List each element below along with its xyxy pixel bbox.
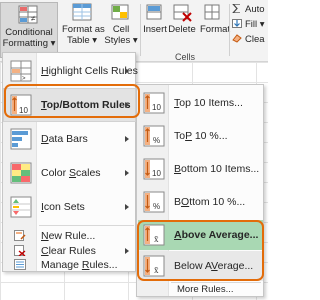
submenu-item-top-10-percent[interactable]: % ToP 10 %... bbox=[138, 121, 263, 151]
top-10-percent-icon: % bbox=[143, 124, 165, 148]
manage-rules-icon bbox=[14, 259, 26, 270]
icon-sets-label: Icon Sets bbox=[41, 201, 85, 213]
manage-rules-label: Manage Rules... bbox=[41, 259, 118, 271]
bottom-10-percent-icon-text: % bbox=[153, 202, 160, 211]
cells-group-label: Cells bbox=[174, 52, 195, 62]
format-label: Format bbox=[200, 24, 231, 35]
submenu-item-bottom-10-items[interactable]: 10 Bottom 10 Items... bbox=[138, 154, 263, 184]
format-as-table-label-1: Format as bbox=[62, 24, 105, 35]
svg-text:≠: ≠ bbox=[31, 14, 36, 23]
conditional-formatting-label-1: Conditional bbox=[5, 27, 53, 38]
format-as-table-label-2: Table ▾ bbox=[66, 35, 98, 46]
svg-text:>: > bbox=[22, 76, 26, 82]
fill-down-icon bbox=[232, 19, 242, 28]
clear-rules-icon bbox=[14, 245, 26, 256]
color-scales-label: Color Scales bbox=[41, 167, 101, 179]
color-scales-icon bbox=[9, 161, 33, 185]
top-10-items-label: Top 10 Items... bbox=[174, 97, 243, 109]
more-rules-item[interactable]: More Rules... bbox=[177, 284, 234, 295]
data-bars-icon bbox=[9, 127, 33, 151]
bottom-10-percent-icon: % bbox=[143, 190, 165, 214]
top-10-items-icon-text: 10 bbox=[152, 103, 161, 112]
sigma-icon bbox=[232, 4, 242, 13]
clear-button[interactable]: Clea bbox=[232, 34, 265, 45]
new-rule-label: New Rule... bbox=[41, 230, 96, 242]
conditional-formatting-label-2: Formatting ▾ bbox=[2, 38, 56, 49]
menu-item-color-scales[interactable]: Color Scales bbox=[4, 157, 135, 189]
menu-item-highlight-cells-rules[interactable]: > Highlight Cells Rules bbox=[4, 55, 138, 87]
manage-rules-accel: R bbox=[81, 259, 90, 271]
cell-styles-button[interactable]: Cell Styles ▾ bbox=[104, 2, 138, 46]
menu-item-icon-sets[interactable]: Icon Sets bbox=[4, 191, 135, 223]
submenu-arrow-icon bbox=[125, 248, 129, 254]
icon-sets-icon bbox=[9, 195, 33, 219]
bottom-10-items-icon-text: 10 bbox=[152, 169, 161, 178]
bottom-10-items-label: Bottom 10 Items... bbox=[174, 163, 260, 175]
top-10-percent-label: ToP 10 %... bbox=[174, 130, 228, 142]
conditional-formatting-icon: ≠ bbox=[17, 5, 41, 25]
menu-item-new-rule[interactable]: New Rule... bbox=[4, 228, 135, 243]
conditional-formatting-button[interactable]: ≠ Conditional Formatting ▾ bbox=[0, 2, 58, 58]
highlight-box-average-rules bbox=[137, 220, 264, 281]
clear-label: Clea bbox=[245, 34, 265, 45]
highlight-cells-rules-icon: > bbox=[9, 59, 33, 83]
top-10-percent-icon-text: % bbox=[153, 136, 160, 145]
submenu-arrow-icon bbox=[125, 136, 129, 142]
ribbon-divider bbox=[140, 4, 141, 56]
cell-styles-icon bbox=[109, 2, 133, 22]
data-bars-label: Data Bars bbox=[41, 133, 88, 145]
highlight-box-top-bottom-rules bbox=[4, 84, 140, 118]
submenu-separator bbox=[171, 282, 261, 283]
icon-sets-accel: I bbox=[41, 201, 44, 213]
clear-rules-label: Clear Rules bbox=[41, 245, 96, 257]
delete-icon bbox=[170, 2, 194, 22]
cell-styles-label-2: Styles ▾ bbox=[104, 35, 138, 46]
bottom-10-percent-accel: O bbox=[181, 196, 190, 208]
menu-item-data-bars[interactable]: Data Bars bbox=[4, 123, 135, 155]
color-scales-accel: S bbox=[69, 167, 77, 179]
submenu-item-bottom-10-percent[interactable]: % BOttom 10 %... bbox=[138, 187, 263, 217]
insert-icon bbox=[143, 2, 167, 22]
bottom-10-items-accel: B bbox=[174, 163, 182, 175]
format-button[interactable]: Format bbox=[200, 2, 231, 35]
data-bars-accel: D bbox=[41, 133, 49, 145]
delete-label: Delete bbox=[168, 24, 196, 35]
insert-label: Insert bbox=[143, 24, 167, 35]
highlight-cells-rules-accel: H bbox=[41, 65, 49, 77]
new-rule-accel: N bbox=[41, 230, 49, 242]
submenu-arrow-icon bbox=[125, 170, 129, 176]
top-10-items-accel: T bbox=[174, 97, 180, 109]
autosum-label: Auto bbox=[245, 4, 265, 15]
cell-styles-label-1: Cell bbox=[112, 24, 130, 35]
submenu-arrow-icon bbox=[125, 68, 129, 74]
format-as-table-button[interactable]: Format as Table ▾ bbox=[62, 2, 105, 46]
autosum-button[interactable]: Auto bbox=[232, 4, 265, 15]
fill-label: Fill ▾ bbox=[245, 19, 265, 30]
highlight-cells-rules-label: Highlight Cells Rules bbox=[41, 65, 138, 77]
delete-button[interactable]: Delete bbox=[168, 2, 196, 35]
top-10-items-icon: 10 bbox=[143, 91, 165, 115]
eraser-icon bbox=[232, 34, 242, 43]
submenu-arrow-icon bbox=[125, 204, 129, 210]
submenu-item-top-10-items[interactable]: 10 Top 10 Items... bbox=[138, 88, 263, 118]
menu-separator bbox=[39, 225, 134, 226]
menu-item-manage-rules[interactable]: Manage Rules... bbox=[4, 257, 135, 272]
bottom-10-percent-label: BOttom 10 %... bbox=[174, 196, 246, 208]
bottom-10-items-icon: 10 bbox=[143, 157, 165, 181]
new-rule-icon bbox=[14, 230, 26, 241]
ribbon-divider bbox=[229, 4, 230, 56]
menu-item-clear-rules[interactable]: Clear Rules bbox=[4, 243, 135, 258]
format-icon bbox=[201, 2, 225, 22]
fill-button[interactable]: Fill ▾ bbox=[232, 19, 265, 30]
insert-button[interactable]: Insert bbox=[143, 2, 167, 35]
top-10-percent-accel: P bbox=[185, 130, 192, 142]
clear-rules-accel: C bbox=[41, 245, 49, 257]
table-icon bbox=[70, 2, 94, 22]
